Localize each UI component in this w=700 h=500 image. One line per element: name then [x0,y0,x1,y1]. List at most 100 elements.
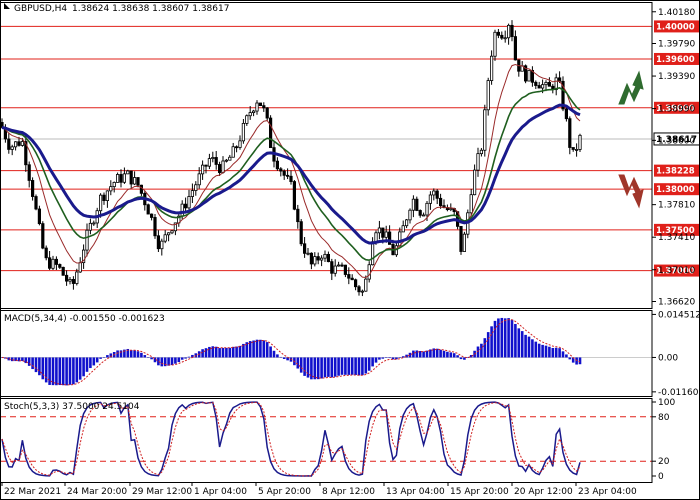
candle-body [343,264,348,275]
price-tick-label: 1.38990 [658,105,695,115]
macd-bar [65,357,68,386]
axes [0,0,700,500]
candle-body [544,82,548,86]
macd-bar [75,357,79,383]
candle-body [357,286,361,293]
macd-bar [350,357,354,375]
macd-bar [544,345,548,358]
candle-body [92,222,96,225]
macd-bar [340,357,344,375]
candle-body [58,264,62,268]
macd-bar [306,357,310,378]
macd-bar [344,357,347,375]
candle-body [13,141,18,148]
candle-body [187,196,191,209]
macd-bar [129,350,133,358]
candle-body [139,184,143,194]
candle-body [323,253,327,259]
macd-bar [507,318,510,358]
candle-body [421,214,426,217]
macd-bar [510,319,514,358]
candle-body [255,102,259,112]
macd-bar [384,357,388,358]
candle-body [449,208,453,211]
macd-bar [524,334,527,358]
candle-body [425,202,429,216]
price-panel-frame [0,2,653,309]
candle-body [568,118,572,148]
outer-frame [0,0,700,500]
candle-body [275,160,280,170]
candle-body [537,85,541,89]
candle-body [102,194,106,201]
macd-bar [527,336,531,358]
candle-body [99,194,103,212]
candle-body [404,219,409,227]
candle-body [459,225,463,252]
macd-bar [106,355,109,358]
candle-body [183,203,188,209]
candle-body [105,190,109,201]
candle-body [330,261,334,274]
macd-bar [68,357,72,385]
candle-body [48,257,52,269]
candle-body [316,256,320,261]
macd-bar [238,345,242,358]
candle-body [238,140,242,148]
macd-bar [21,357,24,362]
macd-bar [367,357,371,371]
macd-bar [378,357,381,360]
level-label: 1.39600 [656,55,695,65]
candle-body [418,210,422,216]
macd-bar [449,352,453,358]
macd-bar [554,347,558,358]
macd-bar [170,357,174,366]
candle-body [156,235,160,250]
candle-body [408,209,412,221]
candle-body [153,217,157,237]
candle-body [296,208,300,223]
candle-body [44,247,48,259]
macd-bar [401,356,405,358]
macd-bar [31,357,34,370]
macd-bar [480,343,483,358]
candle-body [435,190,439,199]
candle-body [122,173,126,183]
candle-body [129,170,133,185]
candle-body [503,37,507,40]
macd-bar [568,357,572,360]
candle-body [571,147,575,150]
candle-body [245,115,249,124]
candle-body [258,102,263,107]
macd-bar [235,346,238,358]
candle-body [217,164,222,173]
macd-bar [361,357,364,376]
macd-bar [41,357,45,380]
time-tick-label: 13 Apr 04:00 [386,487,445,497]
candle-body [299,221,303,245]
candle-body [313,256,317,265]
macd-tick-label: 0.00 [658,353,678,363]
macd-bar [490,326,493,358]
candle-body [575,149,579,151]
macd-bar [269,346,272,358]
macd-bar [299,357,303,373]
candle-body [360,290,365,293]
candle-body [564,108,569,120]
candle-body [336,264,341,267]
macd-bar [514,323,517,358]
macd-bar [119,350,123,358]
candle-body [289,175,293,182]
candle-body [180,203,184,217]
candle-body [75,271,79,284]
candle-body [241,122,245,142]
candle-body [200,164,205,175]
macd-bar [354,357,357,376]
candle-body [350,277,354,281]
candle-body [476,153,480,171]
price-chart[interactable]: 1.400001.396001.390001.382281.380001.375… [0,0,700,500]
candle-body [37,208,42,225]
macd-bar [262,340,266,358]
macd-bar [282,357,286,359]
macd-bar [364,357,368,374]
